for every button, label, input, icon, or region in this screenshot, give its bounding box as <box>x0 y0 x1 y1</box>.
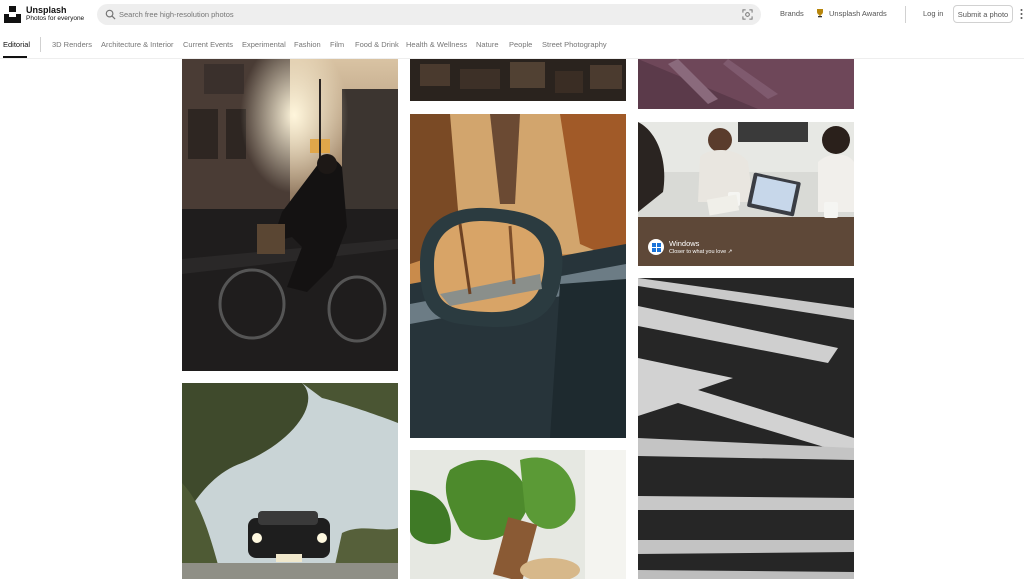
visual-search-icon[interactable] <box>742 9 753 20</box>
more-menu-icon[interactable] <box>1019 8 1024 20</box>
search-icon[interactable] <box>105 9 116 20</box>
photo-cyclist-street[interactable] <box>182 59 398 371</box>
photo-crosswalk[interactable] <box>638 278 854 579</box>
search-input[interactable] <box>119 7 719 22</box>
tab-fashion[interactable]: Fashion <box>294 40 321 49</box>
tab-street-photography[interactable]: Street Photography <box>542 40 607 49</box>
windows-logo-icon[interactable] <box>648 239 664 255</box>
photo-vintage-car[interactable] <box>182 383 398 579</box>
tab-nature[interactable]: Nature <box>476 40 499 49</box>
login-link[interactable]: Log in <box>923 9 943 18</box>
tab-editorial[interactable]: Editorial <box>3 40 30 49</box>
tab-health-wellness[interactable]: Health & Wellness <box>406 40 467 49</box>
ad-title[interactable]: Windows <box>669 239 699 248</box>
header-divider <box>905 6 906 23</box>
brands-link[interactable]: Brands <box>780 9 804 18</box>
submit-photo-button[interactable]: Submit a photo <box>953 5 1013 23</box>
trophy-icon <box>817 9 823 18</box>
photo-purple-abstract[interactable] <box>638 59 854 109</box>
photo-car-mirror[interactable] <box>410 114 626 438</box>
ad-subtitle[interactable]: Closer to what you love ↗ <box>669 249 732 255</box>
active-tab-indicator <box>3 56 27 58</box>
tab-film[interactable]: Film <box>330 40 344 49</box>
brand-tagline: Photos for everyone <box>26 15 85 22</box>
topic-tabs: Editorial 3D Renders Architecture & Inte… <box>0 30 1024 59</box>
tab-experimental[interactable]: Experimental <box>242 40 286 49</box>
awards-link[interactable]: Unsplash Awards <box>829 9 887 18</box>
tabs-divider <box>40 37 41 52</box>
top-header: Unsplash Photos for everyone Brands Unsp… <box>0 0 1024 30</box>
photo-green-plant[interactable] <box>410 450 626 579</box>
brand-name[interactable]: Unsplash <box>26 5 67 15</box>
tab-3d-renders[interactable]: 3D Renders <box>52 40 92 49</box>
tab-architecture-interior[interactable]: Architecture & Interior <box>101 40 174 49</box>
tab-food-drink[interactable]: Food & Drink <box>355 40 399 49</box>
unsplash-logo-icon[interactable] <box>4 6 21 23</box>
tab-current-events[interactable]: Current Events <box>183 40 233 49</box>
photo-stacked-wood[interactable] <box>410 59 626 101</box>
tab-people[interactable]: People <box>509 40 532 49</box>
search-bar[interactable] <box>97 4 761 25</box>
